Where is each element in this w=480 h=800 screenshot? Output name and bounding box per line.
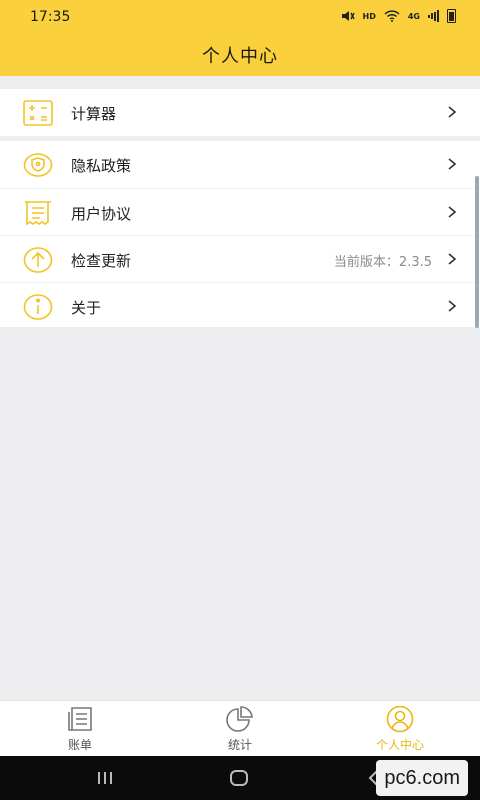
pie-chart-icon	[226, 706, 253, 732]
user-icon	[386, 705, 414, 733]
chevron-right-icon	[446, 297, 458, 315]
menu-group-info: 隐私政策 用户协议 检查更新 当前版本：2.3.5 关于	[0, 141, 480, 327]
system-nav-bar: pc6.com	[0, 756, 480, 800]
mute-icon	[341, 10, 355, 22]
watermark-text: pc6.com	[384, 766, 460, 789]
menu-item-label: 隐私政策	[71, 157, 132, 175]
menu-item-calculator[interactable]: 计算器	[0, 89, 480, 136]
info-icon	[23, 292, 53, 322]
chevron-right-icon	[446, 103, 458, 121]
page-header: 个人中心	[0, 34, 480, 76]
hd-label: HD	[362, 11, 376, 21]
upload-icon	[23, 245, 53, 275]
watermark-logo: pc6.com	[376, 760, 468, 796]
menu-item-privacy[interactable]: 隐私政策	[0, 141, 480, 188]
status-bar: 17:35 HD 4G	[0, 0, 480, 34]
tab-label: 账单	[67, 738, 92, 752]
chevron-right-icon	[446, 250, 458, 268]
version-text: 当前版本：2.3.5	[333, 255, 432, 270]
recent-apps-icon[interactable]	[95, 768, 115, 792]
battery-icon	[447, 9, 456, 23]
home-icon[interactable]	[229, 768, 249, 792]
menu-item-label: 计算器	[71, 105, 117, 123]
menu-item-check-update[interactable]: 检查更新 当前版本：2.3.5	[0, 235, 480, 282]
tab-label: 个人中心	[375, 738, 424, 752]
menu-item-user-agreement[interactable]: 用户协议	[0, 188, 480, 235]
bill-icon	[68, 707, 92, 731]
menu-item-label: 检查更新	[71, 252, 132, 270]
menu-group-tools: 计算器	[0, 89, 480, 136]
tab-bill[interactable]: 账单	[20, 705, 140, 755]
calculator-icon	[23, 98, 53, 128]
chevron-right-icon	[446, 203, 458, 221]
shield-icon	[23, 150, 53, 180]
tab-profile[interactable]: 个人中心	[340, 705, 460, 755]
menu-item-label: 用户协议	[71, 205, 132, 223]
chevron-right-icon	[446, 155, 458, 173]
document-icon	[23, 198, 53, 228]
page-title: 个人中心	[202, 46, 278, 67]
menu-item-label: 关于	[71, 299, 102, 317]
menu-item-about[interactable]: 关于	[0, 282, 480, 329]
scrollbar-thumb[interactable]	[475, 176, 479, 328]
tab-label: 统计	[227, 738, 252, 752]
status-time: 17:35	[30, 9, 71, 25]
network-label: 4G	[407, 11, 420, 21]
tab-statistics[interactable]: 统计	[180, 705, 300, 755]
signal-icon	[428, 10, 439, 22]
bottom-tab-bar: 账单 统计 个人中心	[0, 700, 480, 756]
wifi-icon	[384, 10, 400, 22]
status-icons: HD 4G	[341, 9, 456, 23]
